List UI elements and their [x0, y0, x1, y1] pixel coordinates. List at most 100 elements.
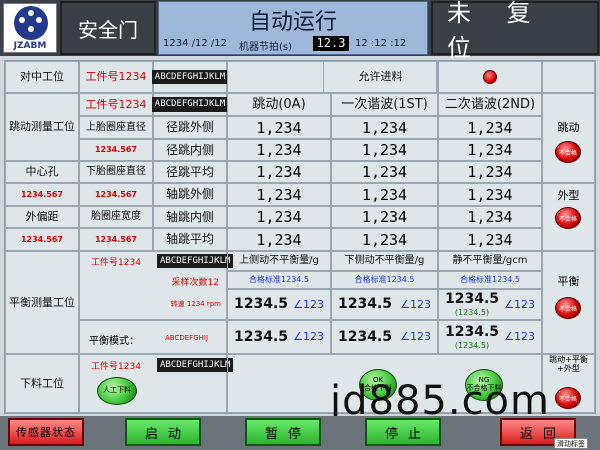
- allow-feed-label: 允许进料: [323, 61, 438, 93]
- runout-row-label: 径跳外侧: [153, 116, 227, 139]
- runout-value: 1,234: [227, 139, 331, 161]
- offset-label: 外偏距: [5, 206, 79, 228]
- runout-value: 1,234: [331, 139, 438, 161]
- upper-bead-diameter-value: 1234.567: [79, 139, 153, 161]
- side-balance-label: 平衡: [557, 275, 580, 288]
- runout-value: 1,234: [331, 206, 438, 228]
- balance-col-header: 静不平衡量/gcm: [438, 251, 542, 271]
- balance-value: 1234.5: [234, 328, 289, 345]
- runout-value: 1,234: [331, 116, 438, 139]
- page-title: 自动运行: [248, 10, 337, 35]
- lower-bead-diameter-value: 1234.567: [79, 183, 153, 206]
- side-shape-label: 外型: [557, 189, 580, 202]
- balance-std-label: 合格标准1234.5: [227, 271, 331, 289]
- slide-tag-tooltip: 滑动标签: [554, 438, 588, 449]
- balance-value: 1234.5: [445, 291, 500, 308]
- balance-angle: ∠123: [504, 330, 535, 344]
- balance-std-label: 合格标准1234.5: [331, 271, 438, 289]
- center-hole-label: 中心孔: [5, 161, 79, 183]
- balance-value-cell: 1234.5 ∠123: [227, 320, 331, 354]
- unload-work-code: ABCDEFGHIJKLM: [157, 358, 234, 372]
- center-hole-value: 1234.567: [5, 183, 79, 206]
- company-logo: JZABM: [3, 3, 57, 53]
- work-number: 工件号1234: [79, 61, 153, 93]
- runout-value: 1,234: [438, 139, 542, 161]
- balance-col-header: 下侧动不平衡量/g: [331, 251, 438, 271]
- start-button[interactable]: 启动: [125, 418, 201, 446]
- balance-value: 1234.5: [338, 296, 393, 313]
- cycle-value: 12.3: [313, 36, 349, 51]
- balance-angle: ∠123: [400, 297, 431, 311]
- balance-angle: ∠123: [293, 330, 324, 344]
- balance-value-cell: 1234.5 ∠123: [331, 289, 438, 320]
- balance-station-label: 平衡测量工位: [5, 251, 79, 354]
- sensor-status-button[interactable]: 传感器状态: [8, 418, 84, 446]
- balance-std-label: 合格标准1234.5: [438, 271, 542, 289]
- unload-work-number: 工件号1234: [91, 362, 141, 372]
- unload-ng-indicator: 不合格: [555, 387, 581, 409]
- pause-button[interactable]: 暂停: [245, 418, 321, 446]
- clock: 12 :12 :12: [355, 38, 407, 49]
- bead-width-label: 胎圈座宽度: [79, 206, 153, 228]
- runout-value: 1,234: [227, 183, 331, 206]
- runout-value: 1,234: [438, 116, 542, 139]
- runout-value: 1,234: [438, 183, 542, 206]
- side-unload-label: 跳动+平衡+外型: [549, 355, 588, 374]
- stop-button[interactable]: 停止: [365, 418, 441, 446]
- upper-bead-diameter-label: 上胎圈座直径: [79, 116, 153, 139]
- speed-value: 转速 1234 rpm: [170, 300, 221, 308]
- runout-value: 1,234: [227, 206, 331, 228]
- balance-sub-value: (1234.5): [454, 308, 490, 318]
- runout-work-number: 工件号1234: [79, 93, 153, 116]
- side-runout-label: 跳动: [557, 121, 580, 134]
- balance-value: 1234.5: [445, 323, 500, 340]
- runout-value: 1,234: [438, 206, 542, 228]
- balance-work-code: ABCDEFGHIJKLM: [157, 254, 234, 268]
- balance-value-group: 1234.5 (1234.5): [445, 291, 499, 317]
- bead-width-value: 1234.567: [79, 228, 153, 251]
- balance-value-group: 1234.5: [234, 296, 288, 313]
- balance-value: 1234.5: [234, 296, 289, 313]
- manual-unload-button[interactable]: 人工下料: [97, 377, 137, 405]
- runout-work-code: ABCDEFGHIJKLM: [151, 97, 229, 112]
- runout-row-label: 轴跳外侧: [153, 183, 227, 206]
- work-code: ABCDEFGHIJKLM: [151, 69, 229, 85]
- runout-row-label: 径跳平均: [153, 161, 227, 183]
- sample-count: 采样次数12: [171, 278, 219, 288]
- runout-row-label: 轴跳内侧: [153, 206, 227, 228]
- balance-mode-label: 平衡模式：: [89, 336, 139, 347]
- runout-value: 1,234: [438, 161, 542, 183]
- product-code: 1234 /12 /12: [163, 38, 227, 49]
- col-header-2nd: 二次谐波(2ND): [438, 93, 542, 116]
- balance-angle: ∠123: [504, 297, 535, 311]
- balance-value-group: 1234.5: [338, 329, 392, 346]
- balance-value-group: 1234.5 (1234.5): [445, 324, 499, 350]
- runout-row-label: 轴跳平均: [153, 228, 227, 251]
- balance-sub-value: (1234.5): [454, 340, 490, 350]
- balance-angle: ∠123: [400, 330, 431, 344]
- balance-angle: ∠123: [293, 297, 324, 311]
- title-panel: 自动运行 1234 /12 /12 机器节拍(s) 12.3 12 :12 :1…: [158, 1, 428, 55]
- balance-value-cell: 1234.5 (1234.5) ∠123: [438, 320, 542, 354]
- center-station-label: 对中工位: [5, 61, 79, 93]
- balance-value-cell: 1234.5 ∠123: [331, 320, 438, 354]
- runout-value: 1,234: [227, 116, 331, 139]
- balance-value-group: 1234.5: [234, 329, 288, 346]
- lower-bead-diameter-label: 下胎圈座直径: [79, 161, 153, 183]
- runout-value: 1,234: [331, 183, 438, 206]
- balance-work-number: 工件号1234: [91, 258, 141, 268]
- balance-value-cell: 1234.5 (1234.5) ∠123: [438, 289, 542, 320]
- safety-door-button[interactable]: 安全门: [60, 1, 156, 55]
- balance-col-header: 上侧动不平衡量/g: [227, 251, 331, 271]
- logo-ring: [14, 6, 48, 40]
- runout-station-label: 跳动测量工位: [5, 93, 79, 161]
- balance-ng-indicator: 不合格: [555, 297, 581, 319]
- runout-row-label: 径跳内侧: [153, 139, 227, 161]
- balance-value-group: 1234.5: [338, 296, 392, 313]
- runout-value: 1,234: [438, 228, 542, 251]
- balance-mode-value: ABCDEFGHIJ: [165, 334, 209, 342]
- runout-ng-indicator: 不合格: [555, 141, 581, 163]
- reset-status-button[interactable]: 未 复 位: [431, 0, 599, 62]
- balance-value-cell: 1234.5 ∠123: [227, 289, 331, 320]
- runout-value: 1,234: [227, 161, 331, 183]
